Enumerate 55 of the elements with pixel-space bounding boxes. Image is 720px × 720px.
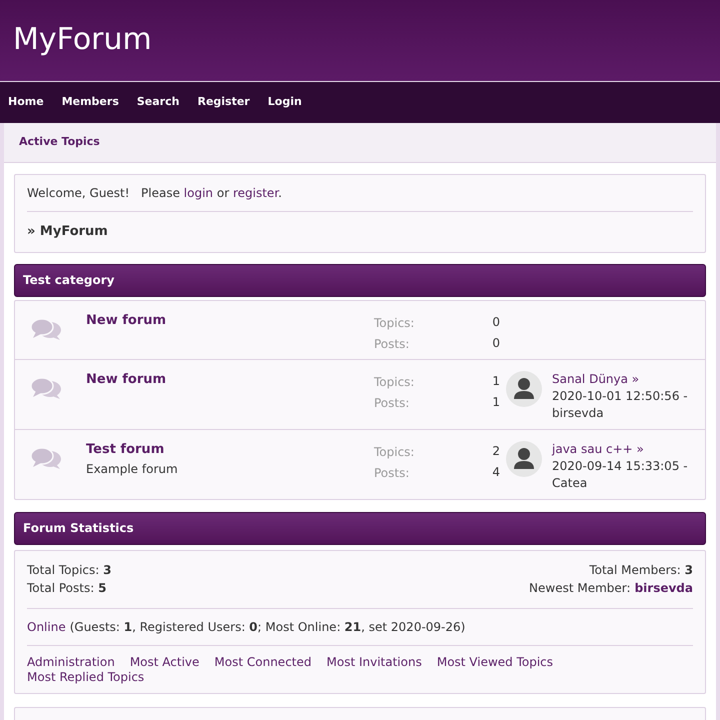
or-text: or bbox=[216, 186, 230, 200]
speech-bubbles-icon bbox=[30, 446, 62, 470]
forum-title[interactable]: New forum bbox=[86, 370, 166, 388]
statistics-link[interactable]: Most Viewed Topics bbox=[436, 654, 554, 670]
forum-description: Example forum bbox=[86, 460, 178, 476]
newest-member-link[interactable]: birsevda bbox=[634, 578, 693, 596]
breadcrumb[interactable]: » MyForum bbox=[27, 224, 108, 239]
register-link[interactable]: register bbox=[232, 186, 278, 200]
total-topics: Total Topics: 3 bbox=[27, 562, 112, 578]
online-link[interactable]: Online bbox=[27, 618, 66, 636]
last-post-author[interactable]: birsevda bbox=[552, 404, 604, 422]
online-stats: (Guests: 1, Registered Users: 0; Most Online: 21, set 2020-09-26) bbox=[70, 618, 466, 636]
posts-label: Posts: bbox=[374, 464, 410, 482]
topics-count: 1 bbox=[492, 372, 500, 390]
newest-member-label: Newest Member: bbox=[529, 580, 631, 596]
speech-bubbles-icon bbox=[30, 316, 62, 340]
topics-label: Topics: bbox=[374, 314, 414, 332]
last-post-date: 2020-09-14 15:33:05 - bbox=[552, 458, 688, 474]
statistics-link[interactable]: Administration bbox=[27, 654, 115, 670]
site-title[interactable]: MyForum bbox=[13, 22, 152, 58]
forum-title[interactable]: Test forum bbox=[86, 440, 164, 458]
last-post-link[interactable]: java sau c++ » bbox=[552, 440, 644, 458]
statistics-link[interactable]: Most Invitations bbox=[326, 654, 422, 670]
statistics-link[interactable]: Most Active bbox=[130, 654, 200, 670]
posts-label: Posts: bbox=[374, 336, 410, 352]
last-post-date: 2020-10-01 12:50:56 - bbox=[552, 388, 688, 404]
nav-link[interactable]: Search bbox=[136, 94, 180, 111]
forum-title[interactable]: New forum bbox=[86, 312, 166, 330]
topics-count: 2 bbox=[492, 442, 500, 460]
nav-link[interactable]: Login bbox=[268, 94, 302, 111]
topics-count: 0 bbox=[492, 314, 500, 330]
user-avatar-icon bbox=[506, 370, 542, 406]
nav-link[interactable]: Register bbox=[197, 94, 250, 111]
posts-count: 4 bbox=[492, 464, 500, 480]
posts-label: Posts: bbox=[374, 394, 410, 412]
speech-bubbles-icon bbox=[30, 376, 62, 400]
posts-count: 1 bbox=[492, 394, 500, 410]
last-post-link[interactable]: Sanal Dünya » bbox=[552, 370, 640, 388]
last-post-author[interactable]: Catea bbox=[552, 474, 588, 492]
topics-label: Topics: bbox=[374, 444, 414, 460]
period-text: . bbox=[278, 186, 282, 200]
nav-link[interactable]: Members bbox=[62, 94, 119, 111]
welcome-text: Welcome, Guest! Please bbox=[27, 186, 181, 200]
login-link[interactable]: login bbox=[184, 186, 214, 200]
category-title[interactable]: Test category bbox=[23, 271, 114, 289]
total-members: Total Members: 3 bbox=[589, 562, 693, 578]
statistics-link[interactable]: Most Connected bbox=[214, 654, 312, 670]
topics-label: Topics: bbox=[374, 374, 414, 390]
posts-count: 0 bbox=[492, 334, 500, 352]
user-avatar-icon bbox=[506, 440, 542, 476]
total-posts: Total Posts: 5 bbox=[27, 580, 106, 596]
nav-link[interactable]: Home bbox=[8, 94, 44, 111]
statistics-title: Forum Statistics bbox=[23, 520, 134, 537]
statistics-link[interactable]: Most Replied Topics bbox=[27, 670, 144, 684]
active-topics-link[interactable]: Active Topics bbox=[19, 134, 100, 151]
